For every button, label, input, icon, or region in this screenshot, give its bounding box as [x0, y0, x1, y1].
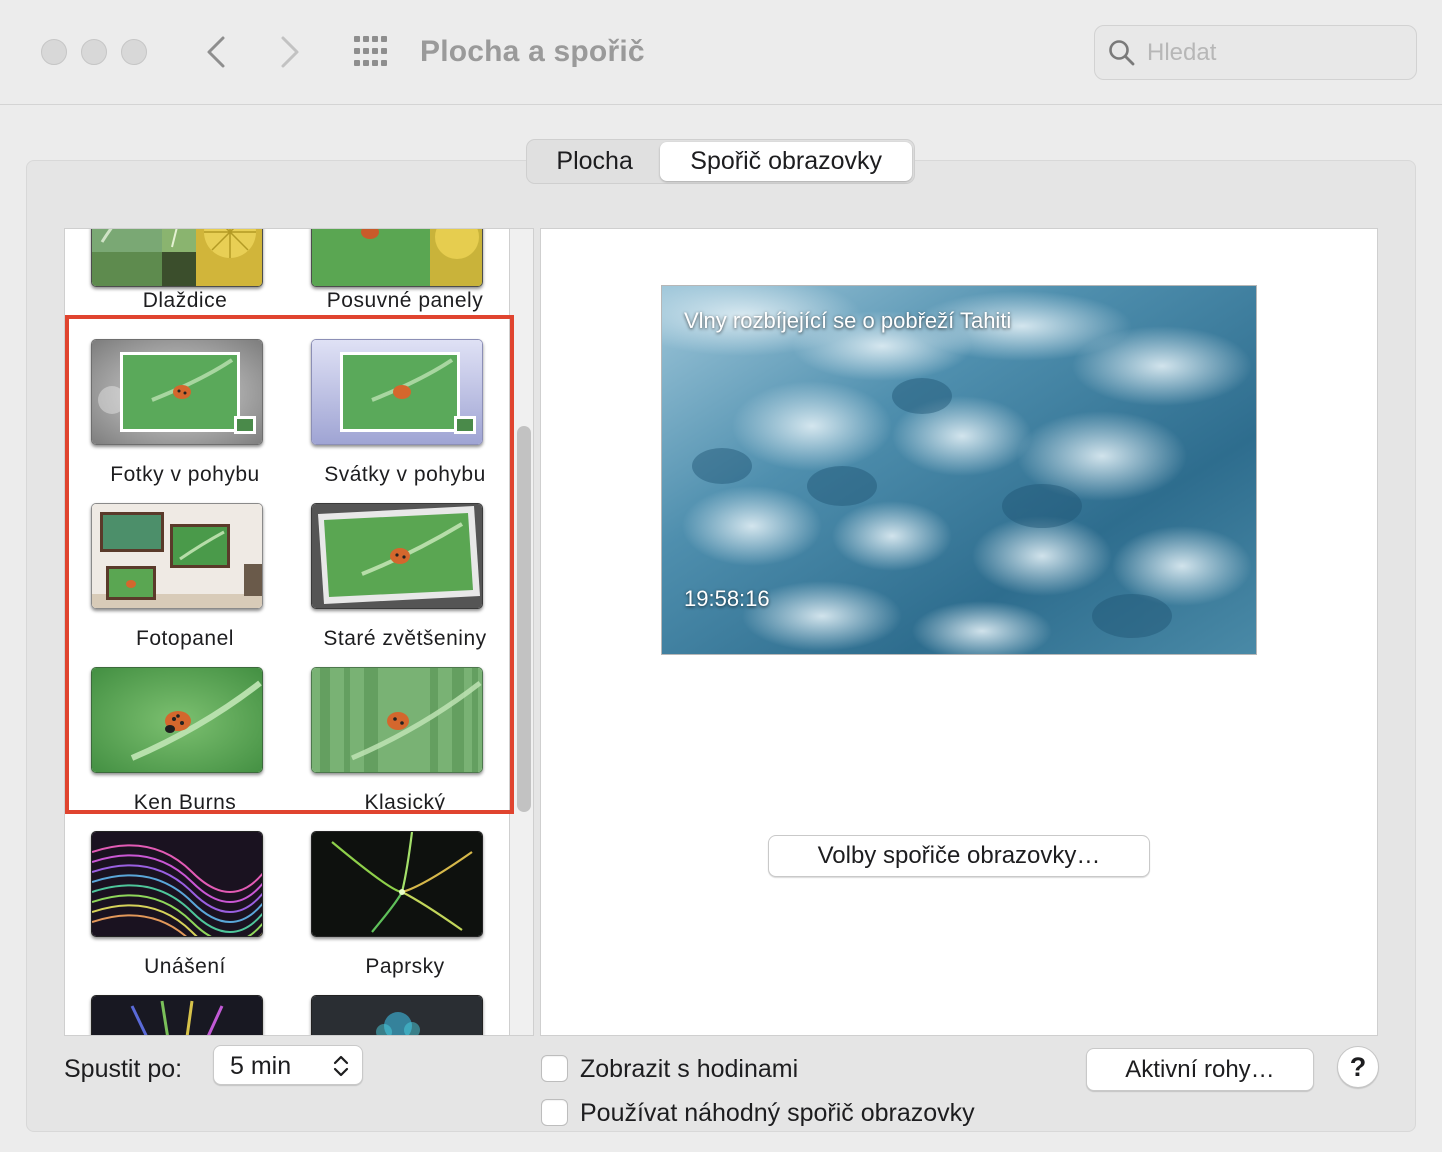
list-item-message[interactable]	[295, 995, 495, 1035]
search-input[interactable]	[1147, 34, 1397, 72]
classic-thumbnail	[311, 667, 483, 773]
tiles-thumbnail	[91, 229, 263, 287]
list-item-label: Fotopanel	[136, 627, 234, 650]
show-with-clock-label[interactable]: Zobrazit s hodinami	[580, 1053, 798, 1085]
list-item-label: Ken Burns	[133, 791, 237, 814]
start-after-label: Spustit po:	[64, 1055, 183, 1083]
list-item-label: Dlaždice	[142, 289, 228, 312]
random-screen-saver-label[interactable]: Používat náhodný spořič obrazovky	[580, 1097, 975, 1129]
list-item-label: Unášení	[144, 955, 226, 978]
screen-saver-options-button[interactable]: Volby spořiče obrazovky…	[768, 835, 1150, 877]
list-item-label: Paprsky	[365, 955, 445, 978]
close-window-button[interactable]	[41, 39, 67, 65]
search-field[interactable]	[1094, 25, 1417, 80]
show-with-clock-checkbox[interactable]	[541, 1055, 568, 1082]
list-item-sliding-panels[interactable]: Posuvné panely	[295, 229, 495, 321]
list-item-tiles[interactable]: Dlaždice	[75, 229, 275, 321]
updown-chevron-icon	[333, 1055, 349, 1077]
vintage-prints-thumbnail	[311, 503, 483, 609]
shell-thumbnail	[91, 995, 263, 1035]
drift-thumbnail	[91, 831, 263, 937]
preview-clock: 19:58:16	[684, 586, 770, 611]
list-item-label: Staré zvětšeniny	[323, 627, 487, 650]
forward-button[interactable]	[270, 30, 310, 74]
help-button[interactable]: ?	[1337, 1046, 1379, 1088]
tab-bar: Plocha Spořič obrazovky	[526, 139, 915, 184]
list-item-ken-burns[interactable]: Ken Burns	[75, 667, 275, 814]
list-item-photo-wall[interactable]: Fotopanel	[75, 503, 275, 650]
message-thumbnail	[311, 995, 483, 1035]
flipping-holiday-thumbnail	[311, 339, 483, 445]
window-title: Plocha a spořič	[420, 35, 645, 68]
flurry-thumbnail	[311, 831, 483, 937]
chevron-right-icon	[281, 36, 299, 68]
chevron-left-icon	[207, 36, 225, 68]
list-item-vintage[interactable]: Staré zvětšeniny	[295, 503, 495, 650]
minimize-window-button[interactable]	[81, 39, 107, 65]
photo-wall-thumbnail	[91, 503, 263, 609]
list-item-label: Posuvné panely	[326, 289, 484, 312]
hot-corners-button[interactable]: Aktivní rohy…	[1086, 1048, 1314, 1091]
list-item-drift[interactable]: Unášení	[75, 831, 275, 978]
list-item-floating[interactable]: Fotky v pohybu	[75, 339, 275, 486]
list-item-classic[interactable]: Klasický	[295, 667, 495, 814]
ken-burns-thumbnail	[91, 667, 263, 773]
list-item-label: Svátky v pohybu	[324, 463, 486, 486]
preview-title: Vlny rozbíjející se o pobřeží Tahiti	[684, 308, 1012, 333]
list-scrollbar-thumb[interactable]	[517, 426, 531, 812]
start-after-value: 5 min	[230, 1052, 292, 1080]
sliding-panels-thumbnail	[311, 229, 483, 287]
back-button[interactable]	[196, 30, 236, 74]
show-all-grid-icon[interactable]	[352, 34, 392, 70]
list-item-shell[interactable]	[75, 995, 275, 1035]
title-bar: Plocha a spořič	[0, 0, 1442, 105]
list-item-label: Klasický	[364, 791, 446, 814]
list-item-flipping[interactable]: Svátky v pohybu	[295, 339, 495, 486]
random-screen-saver-checkbox[interactable]	[541, 1099, 568, 1126]
list-item-flurry[interactable]: Paprsky	[295, 831, 495, 978]
tab-desktop[interactable]: Plocha	[529, 142, 660, 181]
zoom-window-button[interactable]	[121, 39, 147, 65]
screen-saver-list[interactable]: Dlaždice Posuvné panely Fotky v pohybu S…	[64, 228, 510, 1036]
screen-saver-preview: Vlny rozbíjející se o pobřeží Tahiti 19:…	[661, 285, 1257, 655]
search-icon	[1109, 40, 1135, 66]
start-after-select[interactable]: 5 min	[213, 1045, 363, 1085]
list-item-label: Fotky v pohybu	[110, 463, 260, 486]
tab-screen-saver[interactable]: Spořič obrazovky	[660, 142, 912, 181]
floating-photos-thumbnail	[91, 339, 263, 445]
